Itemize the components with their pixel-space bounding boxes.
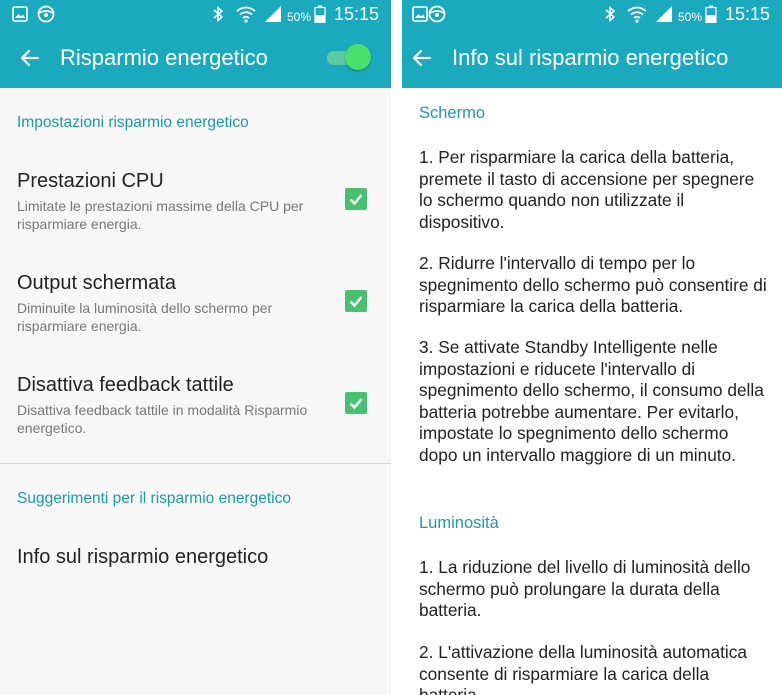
back-arrow-icon[interactable] <box>18 46 42 70</box>
cpu-checkbox[interactable] <box>345 188 367 210</box>
image-icon <box>12 5 28 23</box>
wifi-icon <box>236 5 256 23</box>
battery-icon <box>314 5 326 23</box>
tip-paragraph: 1. Per risparmiare la carica della batte… <box>419 147 755 232</box>
page-title: Info sul risparmio energetico <box>452 45 729 70</box>
switch-thumb <box>345 44 371 70</box>
info-link-item[interactable]: Info sul risparmio energetico <box>17 546 268 569</box>
image-icon <box>412 5 428 23</box>
check-icon <box>349 194 363 206</box>
steering-wheel-icon <box>428 5 446 23</box>
setting-title: Prestazioni CPU <box>17 170 164 192</box>
signal-icon <box>654 5 674 23</box>
status-bar: 50% 15:15 <box>0 0 391 28</box>
app-bar: Risparmio energetico <box>0 28 391 88</box>
battery-percent: 50% <box>287 10 312 24</box>
setting-subtitle: Disattiva feedback tattile in modalità R… <box>17 402 308 436</box>
battery-percent: 50% <box>678 10 703 24</box>
wifi-icon <box>627 5 647 23</box>
tip-paragraph: 2. L'attivazione della luminosità automa… <box>419 642 747 695</box>
section-header-tips: Suggerimenti per il risparmio energetico <box>17 490 291 507</box>
clock: 15:15 <box>725 4 771 24</box>
steering-wheel-icon <box>37 5 55 23</box>
back-arrow-icon[interactable] <box>410 46 434 70</box>
tip-paragraph: 3. Se attivate Standby Intelligente nell… <box>419 337 764 465</box>
divider <box>0 463 391 464</box>
tip-paragraph: 2. Ridurre l'intervallo di tempo per lo … <box>419 253 767 316</box>
tip-paragraph: 1. La riduzione del livello di luminosit… <box>419 557 751 620</box>
haptic-checkbox[interactable] <box>345 392 367 414</box>
battery-icon <box>705 5 717 23</box>
page-title: Risparmio energetico <box>60 45 268 70</box>
screen-gap <box>391 0 402 695</box>
master-switch[interactable] <box>327 44 371 70</box>
setting-subtitle: Diminuite la luminosità dello schermo pe… <box>17 300 273 334</box>
check-icon <box>349 296 363 308</box>
app-bar: Info sul risparmio energetico <box>402 28 782 88</box>
check-icon <box>349 398 363 410</box>
clock: 15:15 <box>334 4 380 24</box>
section-header-screen: Schermo <box>419 104 486 122</box>
setting-subtitle: Limitate le prestazioni massime della CP… <box>17 198 304 232</box>
bluetooth-icon <box>212 5 224 23</box>
setting-title: Disattiva feedback tattile <box>17 374 234 396</box>
section-header-settings: Impostazioni risparmio energetico <box>17 114 249 131</box>
section-header-brightness: Luminosità <box>419 514 499 532</box>
signal-icon <box>263 5 283 23</box>
bluetooth-icon <box>604 5 616 23</box>
right-screen: 50% 15:15 Info sul risparmio energetico … <box>402 0 782 695</box>
screen-output-checkbox[interactable] <box>345 290 367 312</box>
setting-title: Output schermata <box>17 272 176 294</box>
status-bar: 50% 15:15 <box>402 0 782 28</box>
left-screen: 50% 15:15 Risparmio energetico Impostazi… <box>0 0 391 695</box>
